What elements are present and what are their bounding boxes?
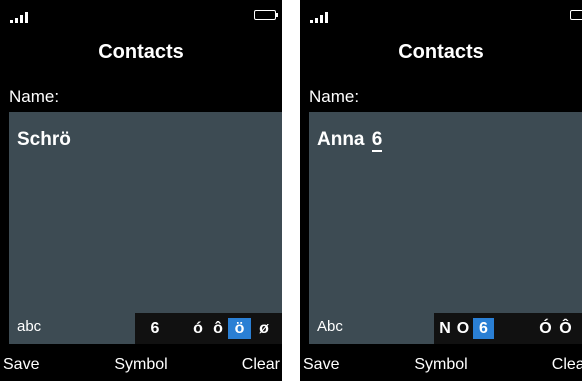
candidate-bar: 6 ó ô ö ø — [135, 313, 282, 344]
candidate-item[interactable]: O — [456, 313, 470, 344]
entry-text: Anna — [317, 129, 365, 150]
status-bar — [300, 0, 582, 28]
entry-text: Schrö — [17, 129, 71, 150]
battery-icon — [254, 10, 278, 20]
name-input-text: Anna 6 — [317, 128, 383, 152]
symbol-softkey[interactable]: Symbol — [300, 352, 582, 378]
input-mode-indicator: abc — [17, 318, 42, 335]
screen-title: Contacts — [398, 41, 484, 63]
signal-strength-icon — [310, 11, 340, 23]
name-label: Name: — [9, 87, 60, 106]
candidate-item[interactable]: Ô — [558, 313, 573, 344]
candidate-item[interactable]: ô — [211, 313, 225, 344]
candidate-item[interactable]: N — [438, 313, 452, 344]
candidate-item[interactable]: Ó — [538, 313, 553, 344]
candidate-item-selected[interactable]: ö — [228, 318, 251, 339]
candidate-bar: N O 6 Ó Ô — [434, 313, 582, 344]
input-mode-indicator: Abc — [317, 318, 343, 335]
symbol-softkey[interactable]: Symbol — [0, 352, 282, 378]
screen-title: Contacts — [98, 41, 184, 63]
softkey-bar: Save Symbol Clear — [0, 352, 282, 378]
clear-softkey[interactable]: Clear — [552, 352, 582, 378]
name-input[interactable]: Anna 6 Abc N O 6 Ó Ô — [309, 112, 582, 344]
phone-screen-left: Contacts Name: Schrö abc 6 ó ô ö ø Save … — [0, 0, 282, 381]
candidate-item[interactable]: 6 — [147, 313, 163, 344]
signal-strength-icon — [10, 11, 40, 23]
status-bar — [0, 0, 282, 28]
clear-softkey[interactable]: Clear — [242, 352, 280, 378]
candidate-item[interactable]: ó — [191, 313, 205, 344]
softkey-bar: Save Symbol Clear — [300, 352, 582, 378]
candidate-item-selected[interactable]: 6 — [473, 318, 494, 339]
battery-icon — [570, 10, 582, 20]
candidate-item[interactable]: ø — [257, 313, 271, 344]
name-label: Name: — [309, 87, 360, 106]
pending-character: 6 — [371, 129, 383, 152]
name-input-text: Schrö — [17, 128, 71, 152]
name-input[interactable]: Schrö abc 6 ó ô ö ø — [9, 112, 282, 344]
phone-screen-right: Contacts Name: Anna 6 Abc N O 6 Ó Ô Save… — [300, 0, 582, 381]
